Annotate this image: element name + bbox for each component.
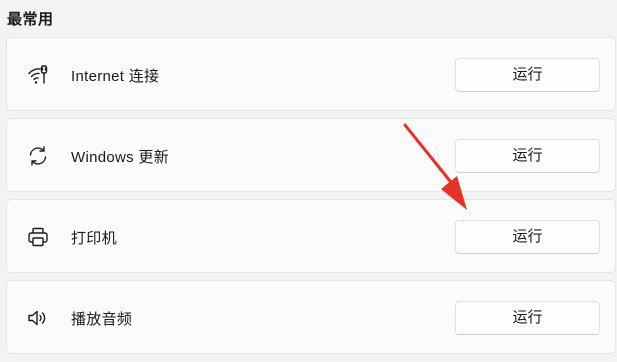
sync-icon: [26, 144, 50, 168]
printer-icon: [26, 225, 50, 249]
run-printer-button[interactable]: 运行: [455, 220, 600, 254]
wifi-icon: [26, 63, 50, 87]
speaker-icon: [26, 306, 50, 330]
troubleshooter-list: Internet 连接 运行 Windows 更新 运行 打印机 运行 播放音频…: [6, 37, 616, 361]
troubleshooter-row-windows-update: Windows 更新 运行: [6, 118, 616, 192]
troubleshooter-label: 打印机: [71, 230, 117, 247]
troubleshooter-row-audio: 播放音频 运行: [6, 280, 616, 354]
run-audio-button[interactable]: 运行: [455, 301, 600, 335]
section-title: 最常用: [7, 11, 54, 28]
troubleshooter-label: 播放音频: [71, 311, 133, 328]
troubleshooter-row-internet: Internet 连接 运行: [6, 37, 616, 111]
troubleshooter-row-printer: 打印机 运行: [6, 199, 616, 273]
troubleshooter-label: Internet 连接: [71, 68, 160, 85]
run-internet-button[interactable]: 运行: [455, 58, 600, 92]
run-windows-update-button[interactable]: 运行: [455, 139, 600, 173]
troubleshooter-label: Windows 更新: [71, 149, 170, 166]
